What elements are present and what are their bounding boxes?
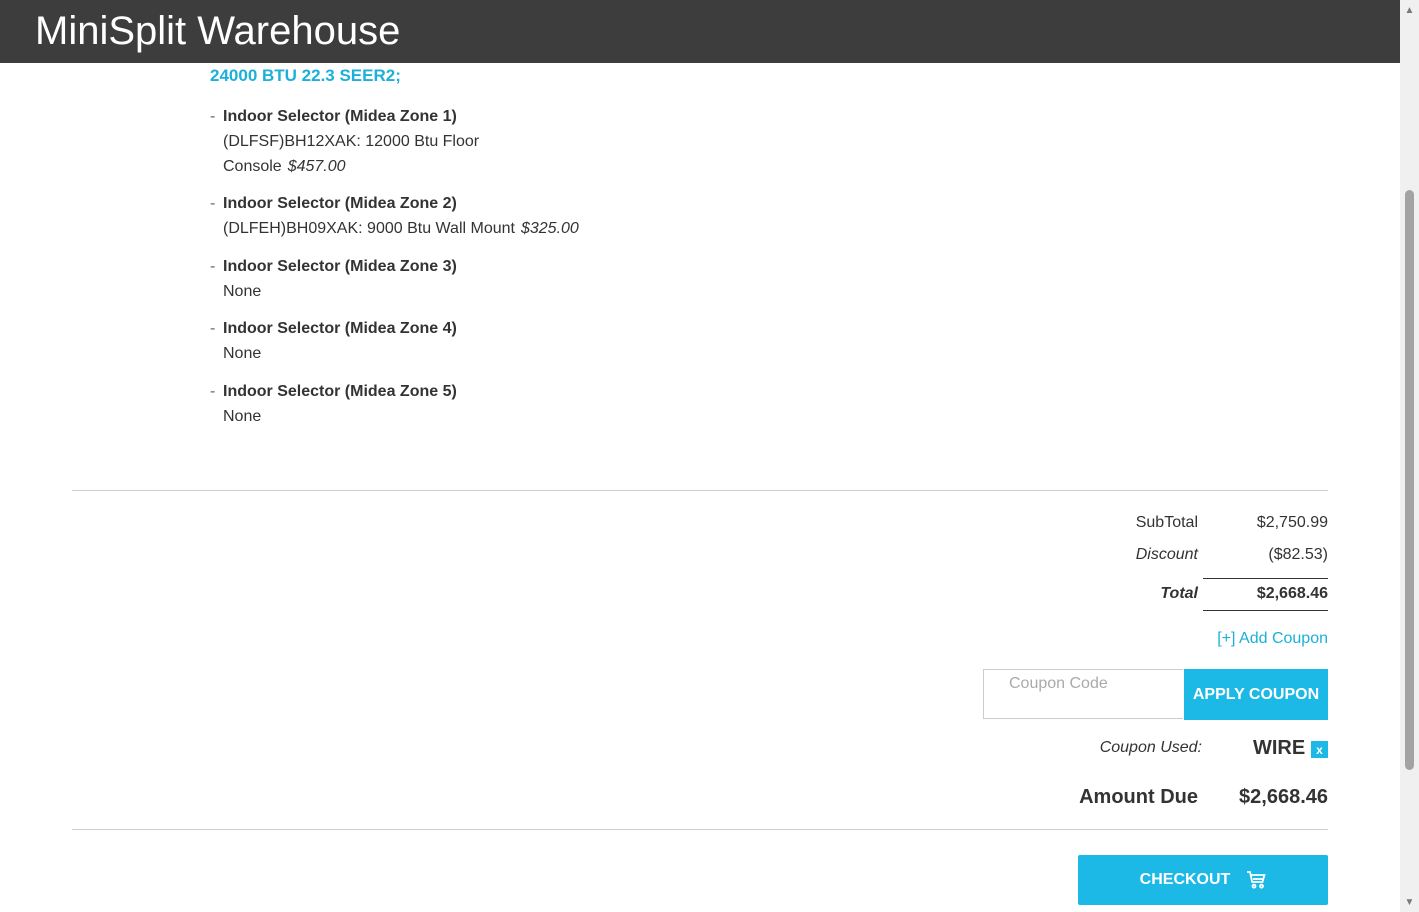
option-item: - Indoor Selector (Midea Zone 1) (DLFSF)… <box>210 104 513 179</box>
option-dash: - <box>210 108 216 125</box>
total-divider-bottom <box>1203 610 1328 611</box>
site-brand[interactable]: MiniSplit Warehouse <box>35 8 400 54</box>
option-name: Indoor Selector (Midea Zone 5) <box>223 383 457 400</box>
discount-label: Discount <box>1135 546 1198 563</box>
scroll-up-arrow-icon[interactable]: ▲ <box>1400 2 1419 18</box>
coupon-used-label: Coupon Used: <box>1099 739 1202 756</box>
divider <box>72 490 1328 491</box>
checkout-label: CHECKOUT <box>1139 871 1231 888</box>
option-value: None <box>223 345 262 362</box>
option-price: $457.00 <box>287 158 346 175</box>
scroll-thumb[interactable] <box>1405 190 1414 770</box>
applied-coupon-code: WIRE <box>1253 737 1306 759</box>
option-dash: - <box>210 195 216 212</box>
apply-coupon-button[interactable]: APPLY COUPON <box>1184 669 1328 720</box>
option-item: - Indoor Selector (Midea Zone 2) (DLFEH)… <box>210 191 579 241</box>
option-name: Indoor Selector (Midea Zone 1) <box>223 108 457 125</box>
amount-due-value: $2,668.46 <box>1239 786 1328 808</box>
subtotal-value: $2,750.99 <box>1256 514 1328 531</box>
option-name: Indoor Selector (Midea Zone 2) <box>223 195 457 212</box>
scrollbar[interactable]: ▲ ▼ <box>1400 0 1419 912</box>
option-dash: - <box>210 258 216 275</box>
amount-due-label: Amount Due <box>1079 786 1198 808</box>
option-value-text: (DLFSF)BH12XAK: 12000 Btu Floor Console <box>223 133 480 175</box>
coupon-code-input[interactable] <box>983 669 1183 719</box>
option-dash: - <box>210 383 216 400</box>
option-price: $325.00 <box>520 220 579 237</box>
product-title: 24000 BTU 22.3 SEER2; <box>210 66 401 85</box>
option-value: (DLFSF)BH12XAK: 12000 Btu Floor Console $… <box>223 129 513 179</box>
checkout-button[interactable]: CHECKOUT <box>1078 855 1328 905</box>
subtotal-label: SubTotal <box>1135 514 1198 531</box>
cart-icon <box>1247 871 1267 889</box>
option-item: - Indoor Selector (Midea Zone 3) None <box>210 254 457 304</box>
remove-coupon-button[interactable]: x <box>1311 741 1328 758</box>
divider <box>72 829 1328 830</box>
add-coupon-link[interactable]: [+] Add Coupon <box>1217 630 1328 648</box>
option-value: (DLFEH)BH09XAK: 9000 Btu Wall Mount $325.… <box>223 216 579 241</box>
option-item: - Indoor Selector (Midea Zone 5) None <box>210 379 457 429</box>
total-label: Total <box>1160 585 1198 602</box>
total-divider-top <box>1203 578 1328 579</box>
option-dash: - <box>210 320 216 337</box>
total-value: $2,668.46 <box>1256 585 1328 602</box>
discount-value: ($82.53) <box>1268 546 1328 563</box>
option-value-text: (DLFEH)BH09XAK: 9000 Btu Wall Mount <box>223 220 515 237</box>
top-bar: MiniSplit Warehouse <box>0 0 1400 63</box>
option-value: None <box>223 408 262 425</box>
scroll-down-arrow-icon[interactable]: ▼ <box>1400 894 1419 910</box>
option-name: Indoor Selector (Midea Zone 3) <box>223 258 457 275</box>
option-value: None <box>223 283 262 300</box>
option-name: Indoor Selector (Midea Zone 4) <box>223 320 457 337</box>
option-item: - Indoor Selector (Midea Zone 4) None <box>210 316 457 366</box>
